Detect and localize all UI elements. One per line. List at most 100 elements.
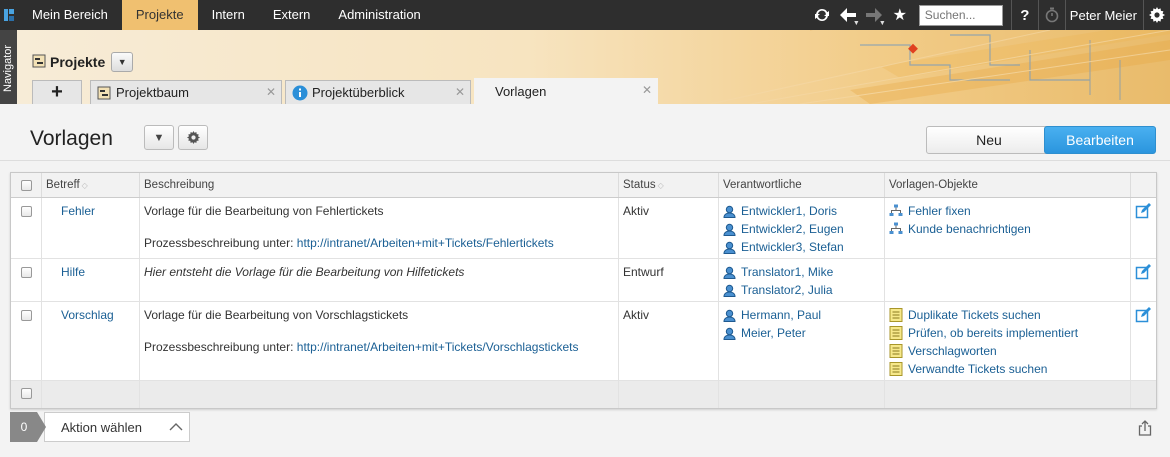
select-all-cell [11,173,42,197]
status-text: Aktiv [623,308,650,322]
export-share-icon[interactable] [1138,420,1152,436]
description-cell: Hier entsteht die Vorlage für die Bearbe… [140,259,619,301]
action-select-label: Aktion wählen [61,419,142,435]
chevron-up-icon [169,423,183,431]
column-header-actions [1131,173,1156,197]
person-name: Translator2, Julia [741,283,833,297]
person-link[interactable]: Entwickler3, Stefan [723,238,880,256]
close-icon[interactable]: ✕ [266,85,276,99]
responsible-cell: Entwickler1, Doris Entwickler2, Eugen En… [719,198,885,258]
row-select-cell [11,259,42,301]
person-link[interactable]: Entwickler1, Doris [723,202,880,220]
subject-link[interactable]: Fehler [61,204,95,218]
search-input[interactable] [918,4,1003,26]
project-title: Projekte ▼ [32,52,134,72]
person-link[interactable]: Entwickler2, Eugen [723,220,880,238]
view-dropdown-button[interactable]: ▼ [144,125,174,150]
user-icon [723,205,736,218]
action-select[interactable]: Aktion wählen [44,412,190,442]
column-header-responsible: Verantwortliche [719,173,885,197]
footer-cell [885,381,1131,408]
person-name: Meier, Peter [741,326,806,340]
nav-item-intern[interactable]: Intern [198,0,259,30]
navigator-label: Navigator [2,44,14,92]
task-object-link[interactable]: Verschlagworten [889,342,1126,360]
info-icon [292,85,308,100]
row-checkbox[interactable] [20,310,32,321]
row-checkbox[interactable] [20,206,32,217]
task-list-icon [889,308,903,322]
row-checkbox[interactable] [20,267,32,278]
user-name[interactable]: Peter Meier [1066,8,1143,23]
tab-vorlagen[interactable]: Vorlagen ✕ [474,78,658,104]
description-cell: Vorlage für die Bearbeitung von Vorschla… [140,302,619,380]
person-link[interactable]: Hermann, Paul [723,306,880,324]
object-name: Verschlagworten [908,344,997,358]
table-row[interactable]: Fehler Vorlage für die Bearbeitung von F… [11,198,1156,259]
navigator-sidebar-toggle[interactable]: Navigator [0,30,17,104]
person-link[interactable]: Translator1, Mike [723,263,880,281]
edit-row-icon[interactable] [1135,307,1151,323]
description-prefix: Prozessbeschreibung unter: [144,340,297,354]
select-all-checkbox[interactable] [20,180,32,191]
nav-item-extern[interactable]: Extern [259,0,325,30]
project-folder-icon [32,54,46,71]
subject-link[interactable]: Hilfe [61,265,85,279]
task-object-link[interactable]: Duplikate Tickets suchen [889,306,1126,324]
object-name: Prüfen, ob bereits implementiert [908,326,1079,340]
object-name: Duplikate Tickets suchen [908,308,1041,322]
row-select-cell [11,198,42,258]
tab-projektbaum[interactable]: Projektbaum ✕ [90,80,282,104]
task-object-link[interactable]: Prüfen, ob bereits implementiert [889,324,1126,342]
column-header-label: Betreff [46,179,80,191]
nav-item-projekte[interactable]: Projekte [121,0,198,30]
close-icon[interactable]: ✕ [455,85,465,99]
person-link[interactable]: Meier, Peter [723,324,880,342]
sort-icon: ◇ [81,181,88,190]
column-header-status[interactable]: Status ◇ [619,173,719,197]
workflow-object-link[interactable]: Fehler fixen [889,202,1126,220]
user-icon [723,327,736,340]
tab-projektueberblick[interactable]: Projektüberblick ✕ [285,80,471,104]
footer-cell [719,381,885,408]
favorites-star-icon[interactable]: ★ [887,0,913,30]
close-icon[interactable]: ✕ [642,83,652,97]
project-dropdown-button[interactable]: ▼ [111,52,134,72]
view-settings-button[interactable] [178,125,208,150]
nav-item-mein-bereich[interactable]: Mein Bereich [18,0,122,30]
back-arrow-icon[interactable]: ▼ [835,0,861,30]
objects-cell: Duplikate Tickets suchen Prüfen, ob bere… [885,302,1131,380]
refresh-icon[interactable] [809,0,835,30]
process-link[interactable]: http://intranet/Arbeiten+mit+Tickets/Feh… [297,236,554,250]
tab-label: Projektüberblick [312,85,405,100]
person-link[interactable]: Translator2, Julia [723,281,880,299]
edit-button[interactable]: Bearbeiten [1044,126,1156,154]
nav-item-administration[interactable]: Administration [324,0,434,30]
app-logo-icon[interactable] [0,0,18,30]
forward-arrow-icon[interactable]: ▼ [861,0,887,30]
table-row[interactable]: Hilfe Hier entsteht die Vorlage für die … [11,259,1156,302]
status-text: Aktiv [623,204,650,218]
user-icon [723,223,736,236]
nav-toolbar: ▼ ▼ ★ ? Peter Meier [809,0,1170,30]
column-header-subject[interactable]: Betreff ◇ [42,173,140,197]
table-row[interactable]: Vorschlag Vorlage für die Bearbeitung vo… [11,302,1156,381]
object-name: Verwandte Tickets suchen [908,362,1048,376]
column-header-label: Vorlagen-Objekte [889,179,978,191]
process-link[interactable]: http://intranet/Arbeiten+mit+Tickets/Vor… [297,340,579,354]
new-tab-button[interactable]: + [32,80,82,104]
task-object-link[interactable]: Verwandte Tickets suchen [889,360,1126,378]
description-text: Vorlage für die Bearbeitung von Vorschla… [144,308,409,322]
settings-gear-icon[interactable] [1144,0,1170,30]
footer-checkbox[interactable] [20,388,32,399]
edit-row-icon[interactable] [1135,203,1151,219]
subject-link[interactable]: Vorschlag [61,308,114,322]
plus-icon: + [51,81,63,103]
help-icon[interactable]: ? [1012,0,1038,30]
description-prefix: Prozessbeschreibung unter: [144,236,297,250]
workflow-object-link[interactable]: Kunde benachrichtigen [889,220,1126,238]
footer-cell [42,381,140,408]
new-button[interactable]: Neu [926,126,1052,154]
stopwatch-icon[interactable] [1039,0,1065,30]
edit-row-icon[interactable] [1135,264,1151,280]
